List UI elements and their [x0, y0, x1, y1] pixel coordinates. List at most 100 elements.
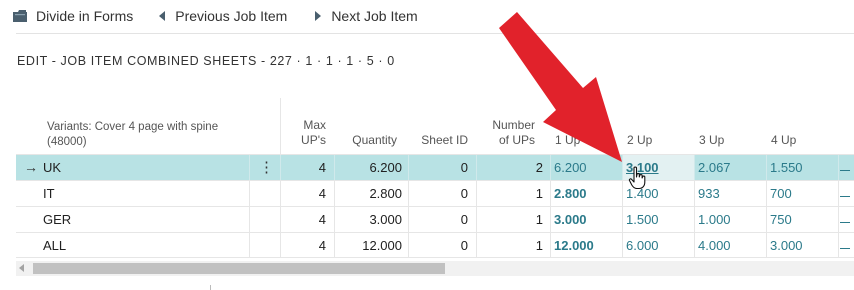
number-of-ups-cell[interactable]: 1 [476, 207, 543, 232]
2-up-column-header[interactable]: 2 Up [627, 133, 652, 148]
4-up-cell[interactable]: 3.000 [770, 233, 803, 258]
next-job-item-button[interactable]: Next Job Item [307, 0, 423, 32]
cell-divider [838, 155, 839, 180]
4-up-column-header[interactable]: 4 Up [771, 133, 796, 148]
cell-divider [694, 207, 695, 232]
triangle-left-icon [159, 11, 166, 21]
table-row[interactable]: IT 4 2.800 0 1 2.800 1.400 933 700 [16, 180, 854, 206]
table-row[interactable]: → UK ⋮ 4 6.200 0 2 6.200 3.100 2.067 1.5… [16, 154, 854, 180]
cell-divider [249, 155, 250, 180]
table-row[interactable]: GER 4 3.000 0 1 3.000 1.500 1.000 750 [16, 206, 854, 232]
quantity-cell[interactable]: 3.000 [336, 207, 402, 232]
assist-edit-button[interactable] [840, 248, 850, 249]
cell-divider [622, 155, 623, 180]
cell-divider [694, 233, 695, 258]
variant-cell[interactable]: GER [43, 207, 71, 232]
cell-divider [838, 207, 839, 232]
max-ups-cell[interactable]: 4 [282, 181, 326, 206]
variants-header-line2: (48000) [47, 136, 87, 148]
quantity-cell[interactable]: 12.000 [336, 233, 402, 258]
4-up-cell[interactable]: 1.550 [770, 155, 803, 180]
arrow-right-icon: → [24, 159, 38, 175]
cell-divider [766, 207, 767, 232]
cell-divider [249, 181, 250, 206]
grid-bottom-border [16, 257, 854, 258]
cell-divider [334, 233, 335, 258]
assist-edit-button[interactable] [840, 196, 850, 197]
3-up-cell[interactable]: 4.000 [698, 233, 731, 258]
assist-edit-button[interactable] [840, 170, 850, 171]
number-of-ups-cell[interactable]: 2 [476, 155, 543, 180]
grid-header: Variants: Cover 4 page with spine (48000… [16, 98, 854, 154]
sheet-id-cell[interactable]: 0 [408, 207, 468, 232]
number-of-ups-cell[interactable]: 1 [476, 181, 543, 206]
max-ups-cell[interactable]: 4 [282, 233, 326, 258]
4-up-cell[interactable]: 750 [770, 207, 792, 232]
action-bar: Divide in Forms Previous Job Item Next J… [0, 0, 854, 32]
vertical-dots-icon[interactable]: ⋮ [259, 155, 274, 180]
number-of-ups-cell[interactable]: 1 [476, 233, 543, 258]
variants-grid: Variants: Cover 4 page with spine (48000… [16, 98, 854, 258]
1-up-column-header[interactable]: 1 Up [555, 133, 580, 148]
previous-job-item-button[interactable]: Previous Job Item [151, 0, 293, 32]
sheet-id-cell[interactable]: 0 [408, 181, 468, 206]
next-job-item-label: Next Job Item [331, 8, 418, 24]
3-up-cell[interactable]: 1.000 [698, 207, 731, 232]
toolbar-divider [16, 33, 854, 34]
cell-divider [838, 181, 839, 206]
2-up-cell[interactable]: 1.500 [626, 207, 659, 232]
cell-divider [550, 207, 551, 232]
horizontal-scrollbar[interactable] [16, 261, 854, 276]
table-row[interactable]: ALL 4 12.000 0 1 12.000 6.000 4.000 3.00… [16, 232, 854, 258]
4-up-cell[interactable]: 700 [770, 181, 792, 206]
previous-job-item-label: Previous Job Item [175, 8, 288, 24]
max-ups-cell[interactable]: 4 [282, 155, 326, 180]
1-up-cell[interactable]: 3.000 [554, 207, 587, 232]
cell-divider [766, 181, 767, 206]
cell-divider [249, 207, 250, 232]
max-ups-header-line1: Max [303, 118, 326, 132]
cell-divider [622, 181, 623, 206]
variants-column-header[interactable]: Variants: Cover 4 page with spine (48000… [47, 120, 218, 150]
cell-divider [249, 233, 250, 258]
folder-icon [13, 10, 27, 22]
quantity-cell[interactable]: 6.200 [336, 155, 402, 180]
1-up-cell[interactable]: 12.000 [554, 233, 594, 258]
assist-edit-button[interactable] [840, 222, 850, 223]
max-ups-column-header[interactable]: Max UP's [282, 118, 326, 148]
sheet-id-column-header[interactable]: Sheet ID [404, 133, 468, 148]
scroll-left-icon[interactable] [19, 264, 24, 272]
divide-in-forms-label: Divide in Forms [36, 8, 134, 24]
1-up-cell[interactable]: 6.200 [554, 155, 587, 180]
3-up-column-header[interactable]: 3 Up [699, 133, 724, 148]
variant-cell[interactable]: IT [43, 181, 55, 206]
cell-divider [622, 233, 623, 258]
quantity-cell[interactable]: 2.800 [336, 181, 402, 206]
sheet-id-cell[interactable]: 0 [408, 155, 468, 180]
scrollbar-thumb[interactable] [33, 263, 445, 274]
max-ups-cell[interactable]: 4 [282, 207, 326, 232]
cell-divider [550, 181, 551, 206]
cell-divider [280, 181, 281, 206]
cell-divider [280, 233, 281, 258]
quantity-column-header[interactable]: Quantity [336, 133, 397, 148]
variant-cell[interactable]: ALL [43, 233, 66, 258]
2-up-cell[interactable]: 6.000 [626, 233, 659, 258]
resize-tick [210, 285, 211, 290]
cell-divider [766, 233, 767, 258]
3-up-cell[interactable]: 933 [698, 181, 720, 206]
cell-divider [334, 155, 335, 180]
cell-divider [280, 155, 281, 180]
cell-divider [622, 207, 623, 232]
number-of-ups-column-header[interactable]: Number of UPs [476, 118, 535, 148]
number-of-ups-header-line1: Number [492, 118, 535, 132]
column-separator [280, 98, 281, 154]
page-title: EDIT - JOB ITEM COMBINED SHEETS - 227 · … [17, 54, 395, 68]
1-up-cell[interactable]: 2.800 [554, 181, 587, 206]
variant-cell[interactable]: UK [43, 155, 61, 180]
page: Divide in Forms Previous Job Item Next J… [0, 0, 854, 290]
sheet-id-cell[interactable]: 0 [408, 233, 468, 258]
divide-in-forms-button[interactable]: Divide in Forms [0, 0, 139, 32]
cell-divider [550, 155, 551, 180]
3-up-cell[interactable]: 2.067 [698, 155, 731, 180]
